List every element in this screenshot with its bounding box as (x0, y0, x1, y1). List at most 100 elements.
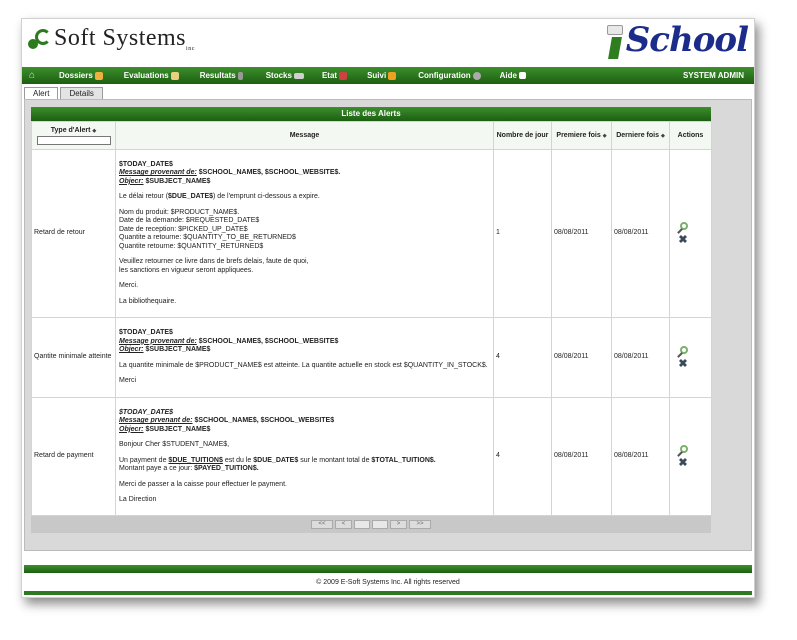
tab-details[interactable]: Details (60, 87, 103, 99)
nav-dossiers[interactable]: Dossiers (59, 71, 103, 80)
alert-last-date: 08/08/2011 (611, 317, 670, 398)
current-user[interactable]: SYSTEM ADMIN (683, 71, 744, 80)
msg-line: Date de reception: $PICKED_UP_DATE$ (119, 225, 248, 233)
msg-from-value: $SCHOOL_NAME$, $SCHOOL_WEBSITE$ (196, 337, 339, 345)
sort-icon: ◆ (660, 133, 665, 139)
msg-paragraph: Nom du produit: $PRODUCT_NAME$. Date de … (119, 209, 490, 252)
col-first-header[interactable]: Premiere fois ◆ (551, 121, 612, 150)
nav-label: Aide (499, 71, 517, 80)
magnifier-icon[interactable] (677, 221, 689, 234)
nav-configuration[interactable]: Configuration (418, 71, 481, 80)
nav-etat[interactable]: Etat (322, 71, 348, 80)
tab-bar: Alert Details (24, 87, 105, 99)
nav-evaluations[interactable]: Evaluations (124, 71, 179, 80)
msg-line: Montant paye a ce jour: $PAYED_TUITION$. (119, 465, 490, 474)
alert-message: $TODAY_DATE$ Message provenant de: $SCHO… (115, 317, 494, 398)
msg-text: $DUE_DATE$ (168, 193, 214, 201)
msg-paragraph: Merci. (119, 282, 139, 290)
delete-x-icon[interactable]: ✖ (677, 457, 689, 469)
msg-object-label: Objecr: (119, 425, 144, 433)
report-icon (237, 71, 243, 80)
msg-from-label: Message provenant de: (119, 169, 197, 177)
alert-type: Retard de retour (31, 149, 116, 318)
tab-alert[interactable]: Alert (24, 87, 59, 99)
alert-actions: ✖ (669, 149, 712, 318)
nav-aide[interactable]: Aide (500, 71, 526, 80)
alert-actions: ✖ (669, 317, 712, 398)
nav-stocks[interactable]: Stocks (266, 71, 304, 80)
alert-type: Qantite minimale atteinte (31, 317, 116, 398)
table-row: Retard de payment $TODAY_DATE$ Message p… (31, 397, 712, 516)
type-filter-input[interactable] (36, 135, 111, 145)
msg-object-value: $SUBJECT_NAME$ (143, 177, 211, 185)
msg-line: Date de la demande: $REQUESTED_DATE$ (119, 217, 260, 225)
sort-icon: ◆ (92, 127, 97, 134)
table-row: Retard de retour $TODAY_DATE$ Message pr… (31, 149, 712, 318)
col-label: Premiere fois (556, 132, 601, 139)
nav-label: Resultats (199, 71, 236, 80)
app-window: Soft Systemsinc School ⌂ Dossiers Evalua… (21, 18, 755, 598)
page-number-field[interactable] (354, 520, 370, 529)
msg-text: Un payment de (119, 456, 169, 464)
msg-object: Objecr: $SUBJECT_NAME$ (119, 178, 490, 187)
chart-icon (339, 71, 348, 80)
nav-label: Configuration (418, 71, 471, 80)
ischool-logo: School (606, 21, 749, 59)
msg-object-value: $SUBJECT_NAME$ (143, 425, 211, 433)
msg-object-label: Objecr: (119, 177, 144, 185)
home-icon[interactable]: ⌂ (29, 70, 40, 81)
msg-text: $TOTAL_TUITION$. (371, 456, 436, 464)
col-last-header[interactable]: Derniere fois ◆ (611, 121, 670, 150)
msg-text: Le délai retour ( (119, 193, 169, 201)
delete-x-icon[interactable]: ✖ (677, 358, 689, 370)
footer-bar (24, 565, 752, 573)
alert-count: 1 (493, 149, 552, 318)
pencil-icon (170, 71, 179, 80)
msg-from-label: Message provenant de: (119, 337, 197, 345)
msg-from-value: $SCHOOL_NAME$, $SCHOOL_WEBSITE$ (192, 417, 335, 424)
msg-text: $DUE_DATE$ (253, 456, 299, 464)
nav-label: Evaluations (123, 71, 169, 80)
alert-count: 4 (493, 397, 552, 516)
company-logo: Soft Systemsinc (28, 25, 195, 52)
grid-caption: Liste des Alerts (31, 107, 711, 121)
nav-resultats[interactable]: Resultats (200, 71, 243, 80)
last-page-button[interactable]: >> (409, 520, 431, 529)
next-page-button[interactable]: > (390, 520, 407, 529)
msg-date: $TODAY_DATE$ (119, 329, 173, 337)
alert-first-date: 08/08/2011 (551, 149, 612, 318)
logo-text: Soft Systemsinc (54, 25, 195, 52)
msg-line: Nom du produit: $PRODUCT_NAME$. (119, 208, 240, 216)
msg-from: Message provenant de: $SCHOOL_NAME$, $SC… (119, 169, 490, 178)
prev-page-button[interactable]: < (335, 520, 352, 529)
msg-paragraph: Merci (119, 377, 137, 385)
delete-x-icon[interactable]: ✖ (677, 234, 689, 246)
msg-from-value: $SCHOOL_NAME$, $SCHOOL_WEBSITE$. (196, 169, 341, 177)
msg-paragraph: Bonjour Cher $STUDENT_NAME$, (119, 441, 230, 448)
col-type-header[interactable]: Type d'Alert ◆ (31, 121, 116, 150)
alerts-grid: Liste des Alerts Type d'Alert ◆ Message … (31, 107, 712, 533)
nav-suivi[interactable]: Suivi (367, 71, 397, 80)
msg-paragraph: La bibliothequaire. (119, 297, 177, 305)
col-message-header: Message (115, 121, 494, 150)
sort-icon: ◆ (602, 133, 607, 139)
first-page-button[interactable]: << (311, 520, 333, 529)
msg-text: ) de l'emprunt ci-dessous a expire. (213, 193, 320, 201)
logo-mark-icon (28, 27, 51, 51)
col-label: Type d'Alert (50, 126, 91, 134)
magnifier-icon[interactable] (677, 345, 689, 358)
alert-first-date: 08/08/2011 (551, 317, 612, 398)
msg-text: $DUE_TUITION$ (168, 456, 223, 464)
alert-message: $TODAY_DATE$ Message prvenant de: $SCHOO… (115, 397, 494, 516)
alert-message: $TODAY_DATE$ Message provenant de: $SCHO… (115, 149, 494, 318)
msg-date: $TODAY_DATE$ (119, 408, 174, 416)
msg-from: Message provenant de: $SCHOOL_NAME$, $SC… (119, 338, 490, 347)
magnifier-icon[interactable] (677, 444, 689, 457)
pagination: << < > >> (31, 516, 711, 533)
header-row: Type d'Alert ◆ Message Nombre de jour Pr… (31, 121, 712, 150)
col-label: Derniere fois (616, 132, 659, 139)
msg-line: Un payment de $DUE_TUITION$ est du le $D… (119, 457, 490, 466)
alert-last-date: 08/08/2011 (611, 397, 670, 516)
copyright: © 2009 E-Soft Systems Inc. All rights re… (316, 579, 460, 586)
alert-type: Retard de payment (31, 397, 116, 516)
